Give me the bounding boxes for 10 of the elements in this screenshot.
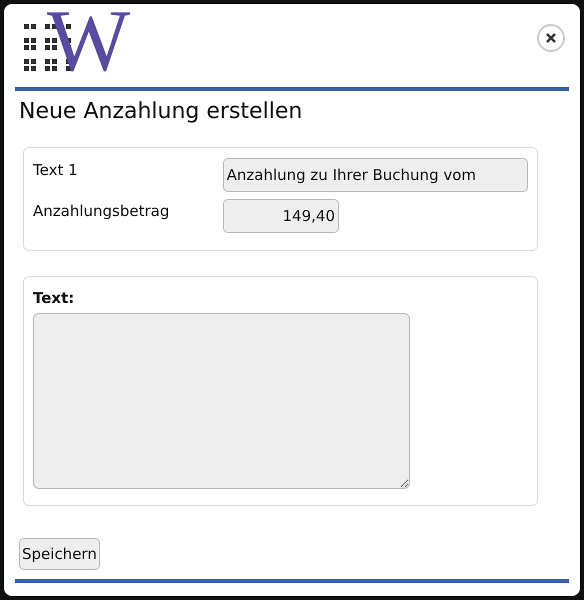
close-icon xyxy=(545,32,557,44)
save-button[interactable]: Speichern xyxy=(19,538,100,570)
field-label: Anzahlungsbetrag xyxy=(33,201,170,220)
logo: W xyxy=(17,12,139,82)
close-button[interactable] xyxy=(537,24,565,52)
input-field[interactable]: Anzahlung zu Ihrer Buchung vom xyxy=(222,158,528,192)
text-label: Text: xyxy=(33,289,76,307)
dialog-title: Neue Anzahlung erstellen xyxy=(19,99,304,126)
field-label: Text 1 xyxy=(33,160,79,179)
input-field[interactable]: 149,40 xyxy=(223,199,339,233)
